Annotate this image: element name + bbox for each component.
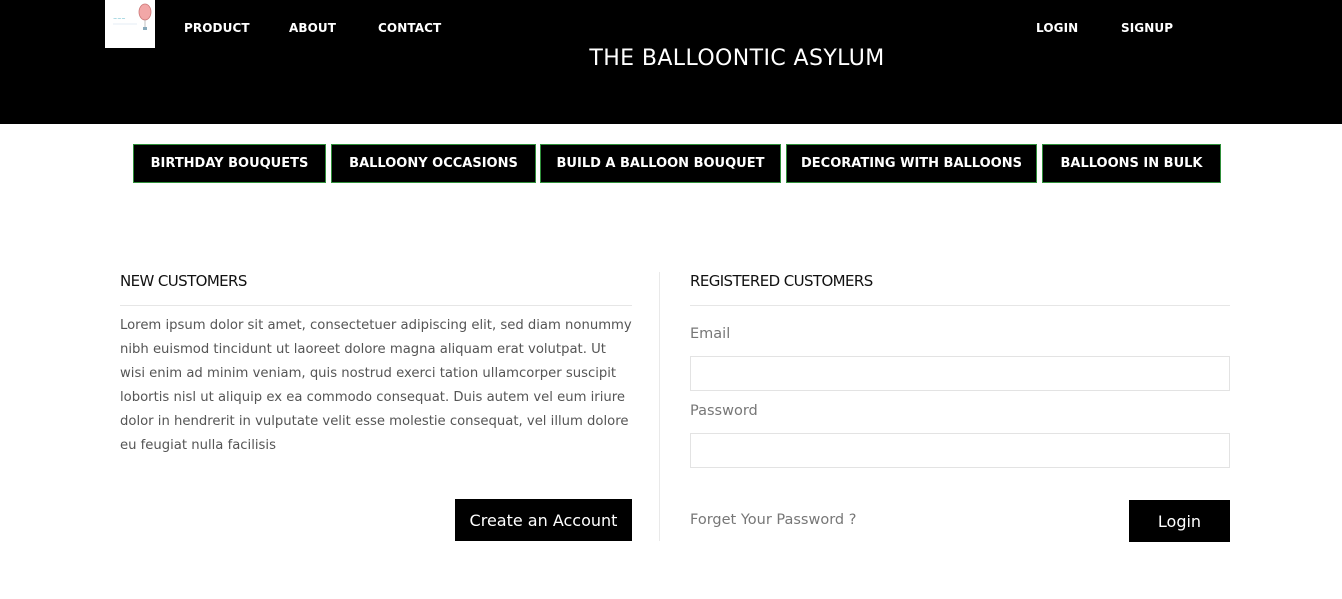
email-field[interactable] — [690, 356, 1230, 391]
column-divider — [659, 272, 660, 541]
login-button[interactable]: Login — [1129, 500, 1230, 542]
registered-customers-title: REGISTERED CUSTOMERS — [690, 272, 873, 290]
category-decorating-with-balloons[interactable]: DECORATING WITH BALLOONS — [786, 144, 1037, 183]
email-label: Email — [690, 326, 731, 342]
create-account-button[interactable]: Create an Account — [455, 499, 632, 541]
svg-text:~~~: ~~~ — [113, 16, 126, 22]
nav-signup[interactable]: SIGNUP — [1121, 21, 1173, 35]
new-customers-title: NEW CUSTOMERS — [120, 272, 247, 290]
password-field[interactable] — [690, 433, 1230, 468]
nav-about[interactable]: ABOUT — [289, 21, 336, 35]
nav-product[interactable]: PRODUCT — [184, 21, 250, 35]
category-balloony-occasions[interactable]: BALLOONY OCCASIONS — [331, 144, 536, 183]
balloon-logo-icon: ~~~ — [113, 3, 152, 30]
forgot-password-link[interactable]: Forget Your Password ? — [690, 512, 856, 528]
nav-contact[interactable]: CONTACT — [378, 21, 441, 35]
new-customers-text: Lorem ipsum dolor sit amet, consectetuer… — [120, 318, 632, 453]
new-customers-divider — [120, 305, 632, 306]
category-birthday-bouquets[interactable]: BIRTHDAY BOUQUETS — [133, 144, 326, 183]
category-balloons-in-bulk[interactable]: BALLOONS IN BULK — [1042, 144, 1221, 183]
header-bar: ~~~ PRODUCT ABOUT CONTACT LOGIN SIGNUP T… — [0, 0, 1342, 124]
category-build-a-balloon-bouquet[interactable]: BUILD A BALLOON BOUQUET — [540, 144, 781, 183]
password-label: Password — [690, 403, 758, 419]
registered-customers-divider — [690, 305, 1230, 306]
site-title: THE BALLOONTIC ASYLUM — [589, 46, 885, 71]
logo[interactable]: ~~~ — [105, 0, 155, 48]
nav-login[interactable]: LOGIN — [1036, 21, 1078, 35]
